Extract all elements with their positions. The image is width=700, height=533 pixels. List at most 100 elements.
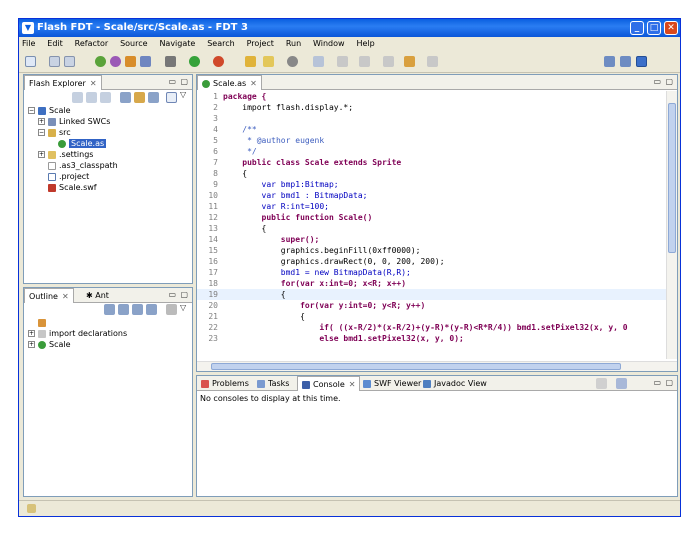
forward-arrow-icon[interactable]: [86, 92, 97, 103]
tree-item-scale-class[interactable]: + Scale: [28, 339, 71, 350]
class-file-icon: [58, 139, 66, 148]
app-window: ▼ Flash FDT - Scale/src/Scale.as - FDT 3…: [18, 18, 681, 517]
close-icon[interactable]: ✕: [250, 79, 257, 88]
up-arrow-icon[interactable]: [100, 92, 111, 103]
open-folder-icon[interactable]: [245, 56, 256, 67]
next-annotation-icon[interactable]: [337, 56, 348, 67]
console-panel: Problems Tasks Console ✕ SWF Viewer Javad…: [196, 375, 678, 497]
maximize-view-icon[interactable]: ▢: [665, 77, 673, 86]
tab-label: Javadoc View: [434, 379, 487, 388]
maximize-view-icon[interactable]: ▢: [180, 77, 188, 86]
tab-flash-explorer[interactable]: Flash Explorer ✕: [24, 75, 102, 90]
tree-item-scale-project[interactable]: − Scale: [28, 105, 71, 116]
explorer-tabbar: Flash Explorer ✕ ▭ ▢: [24, 75, 192, 90]
close-button[interactable]: ✕: [664, 21, 678, 35]
maximize-button[interactable]: □: [647, 21, 661, 35]
tree-item-settings[interactable]: + .settings: [38, 149, 93, 160]
hide-fields-icon[interactable]: [118, 304, 129, 315]
tree-item-scale-as[interactable]: Scale.as: [58, 138, 107, 149]
sort-icon[interactable]: [104, 304, 115, 315]
class-icon[interactable]: [140, 56, 151, 67]
back-icon[interactable]: [383, 56, 394, 67]
document-icon[interactable]: [313, 56, 324, 67]
external-tools-icon[interactable]: [213, 56, 224, 67]
menu-refactor[interactable]: Refactor: [75, 39, 109, 48]
tab-swf-viewer[interactable]: SWF Viewer: [359, 376, 425, 391]
tab-scale-as[interactable]: Scale.as ✕: [197, 75, 262, 90]
run-icon[interactable]: [95, 56, 106, 67]
save-all-icon[interactable]: [64, 56, 75, 67]
hide-nonpublic-icon[interactable]: [146, 304, 157, 315]
menu-window[interactable]: Window: [313, 39, 345, 48]
code-editor[interactable]: 1 package { 2 import flash.display.*; 3 4…: [197, 91, 677, 359]
debug-icon[interactable]: [110, 56, 121, 67]
perspective-icon[interactable]: [604, 56, 615, 67]
tab-tasks[interactable]: Tasks: [253, 376, 293, 391]
tree-item-linked-swcs[interactable]: + Linked SWCs: [38, 116, 110, 127]
gear-icon[interactable]: [165, 56, 176, 67]
menu-help[interactable]: Help: [356, 39, 374, 48]
tree-item-package[interactable]: [38, 317, 49, 328]
scroll-thumb[interactable]: [211, 363, 621, 370]
tab-ant[interactable]: ✱ Ant: [82, 288, 113, 303]
menu-navigate[interactable]: Navigate: [159, 39, 195, 48]
code-line: 8 {: [213, 169, 248, 178]
tree-item-as3-classpath[interactable]: .as3_classpath: [48, 160, 118, 171]
filter-icon[interactable]: [148, 92, 159, 103]
link-editor-icon[interactable]: [134, 92, 145, 103]
view-menu-icon[interactable]: [166, 92, 177, 103]
close-icon[interactable]: ✕: [62, 292, 69, 301]
menu-source[interactable]: Source: [120, 39, 147, 48]
editor-vertical-scrollbar[interactable]: [666, 91, 677, 359]
scroll-thumb[interactable]: [668, 103, 676, 253]
debug-perspective-icon[interactable]: [620, 56, 631, 67]
chevron-down-icon[interactable]: ▽: [180, 303, 186, 312]
menu-search[interactable]: Search: [207, 39, 234, 48]
tree-item-project[interactable]: .project: [48, 171, 89, 182]
link-icon[interactable]: [166, 304, 177, 315]
circle-icon[interactable]: [287, 56, 298, 67]
editor-horizontal-scrollbar[interactable]: [197, 361, 677, 371]
minimize-button[interactable]: _: [630, 21, 644, 35]
minimize-view-icon[interactable]: ▭: [653, 378, 661, 387]
prev-annotation-icon[interactable]: [359, 56, 370, 67]
tab-label: Flash Explorer: [29, 79, 86, 88]
tab-javadoc-view[interactable]: Javadoc View: [419, 376, 491, 391]
tab-problems[interactable]: Problems: [197, 376, 253, 391]
tab-label: SWF Viewer: [374, 379, 422, 388]
history-icon[interactable]: [427, 56, 438, 67]
close-icon[interactable]: ✕: [90, 79, 97, 88]
tree-item-src[interactable]: − src: [38, 127, 71, 138]
maximize-view-icon[interactable]: ▢: [665, 378, 673, 387]
display-console-icon[interactable]: [596, 378, 607, 389]
menu-file[interactable]: File: [22, 39, 35, 48]
tab-outline[interactable]: Outline ✕: [24, 288, 74, 303]
minimize-view-icon[interactable]: ▭: [653, 77, 661, 86]
forward-icon[interactable]: [404, 56, 415, 67]
menu-edit[interactable]: Edit: [47, 39, 63, 48]
tree-item-scale-swf[interactable]: Scale.swf: [48, 182, 97, 193]
fast-view-icon[interactable]: [27, 504, 36, 513]
minimize-view-icon[interactable]: ▭: [168, 77, 176, 86]
back-arrow-icon[interactable]: [72, 92, 83, 103]
collapse-all-icon[interactable]: [120, 92, 131, 103]
launch-icon[interactable]: [189, 56, 200, 67]
tree-label: Linked SWCs: [59, 117, 111, 126]
tree-item-imports[interactable]: + import declarations: [28, 328, 127, 339]
tab-label: Problems: [212, 379, 249, 388]
menu-run[interactable]: Run: [286, 39, 301, 48]
minimize-view-icon[interactable]: ▭: [168, 290, 176, 299]
library-icon: [48, 117, 56, 126]
maximize-view-icon[interactable]: ▢: [180, 290, 188, 299]
chevron-down-icon[interactable]: ▽: [180, 90, 186, 99]
package-icon[interactable]: [125, 56, 136, 67]
pencil-icon[interactable]: [263, 56, 274, 67]
tab-console[interactable]: Console ✕: [297, 376, 361, 391]
open-console-icon[interactable]: [616, 378, 627, 389]
save-icon[interactable]: [49, 56, 60, 67]
hide-static-icon[interactable]: [132, 304, 143, 315]
close-icon[interactable]: ✕: [349, 380, 356, 389]
new-icon[interactable]: [25, 56, 36, 67]
menu-project[interactable]: Project: [247, 39, 274, 48]
fdt-perspective-icon[interactable]: [636, 56, 647, 67]
